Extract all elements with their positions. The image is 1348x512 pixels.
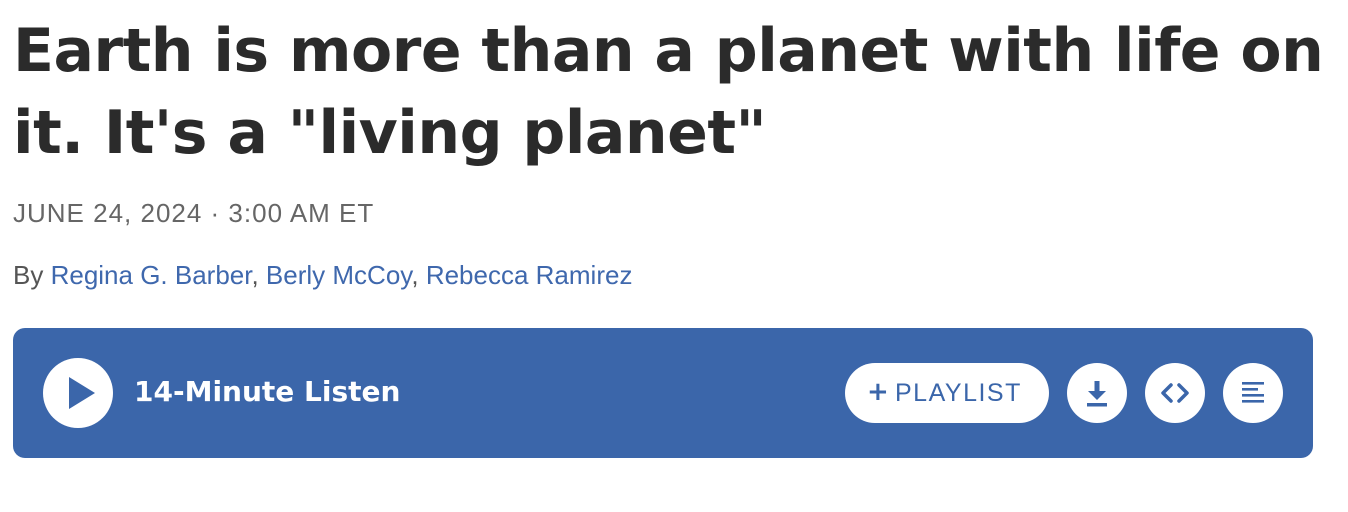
playlist-label: PLAYLIST: [895, 379, 1022, 407]
dateline: JUNE 24, 2024 · 3:00 AM ET: [13, 198, 375, 228]
plus-icon: +: [867, 377, 889, 407]
play-button[interactable]: [43, 358, 113, 428]
download-button[interactable]: [1067, 363, 1127, 423]
byline: By Regina G. Barber, Berly McCoy, Rebecc…: [13, 260, 632, 291]
embed-code-icon: [1161, 383, 1189, 403]
author-link[interactable]: Regina G. Barber: [51, 260, 252, 290]
embed-button[interactable]: [1145, 363, 1205, 423]
headline: Earth is more than a planet with life on…: [13, 16, 1324, 168]
play-icon: [69, 377, 95, 409]
transcript-button[interactable]: [1223, 363, 1283, 423]
byline-separator: ,: [251, 260, 266, 290]
author-link[interactable]: Rebecca Ramirez: [426, 260, 633, 290]
download-icon: [1087, 381, 1107, 407]
byline-prefix: By: [13, 260, 51, 290]
add-to-playlist-button[interactable]: + PLAYLIST: [845, 363, 1049, 423]
byline-separator: ,: [411, 260, 426, 290]
audio-player: 14-Minute Listen + PLAYLIST: [13, 328, 1313, 458]
transcript-icon: [1242, 382, 1264, 403]
listen-duration-label: 14-Minute Listen: [134, 375, 401, 408]
author-link[interactable]: Berly McCoy: [266, 260, 411, 290]
